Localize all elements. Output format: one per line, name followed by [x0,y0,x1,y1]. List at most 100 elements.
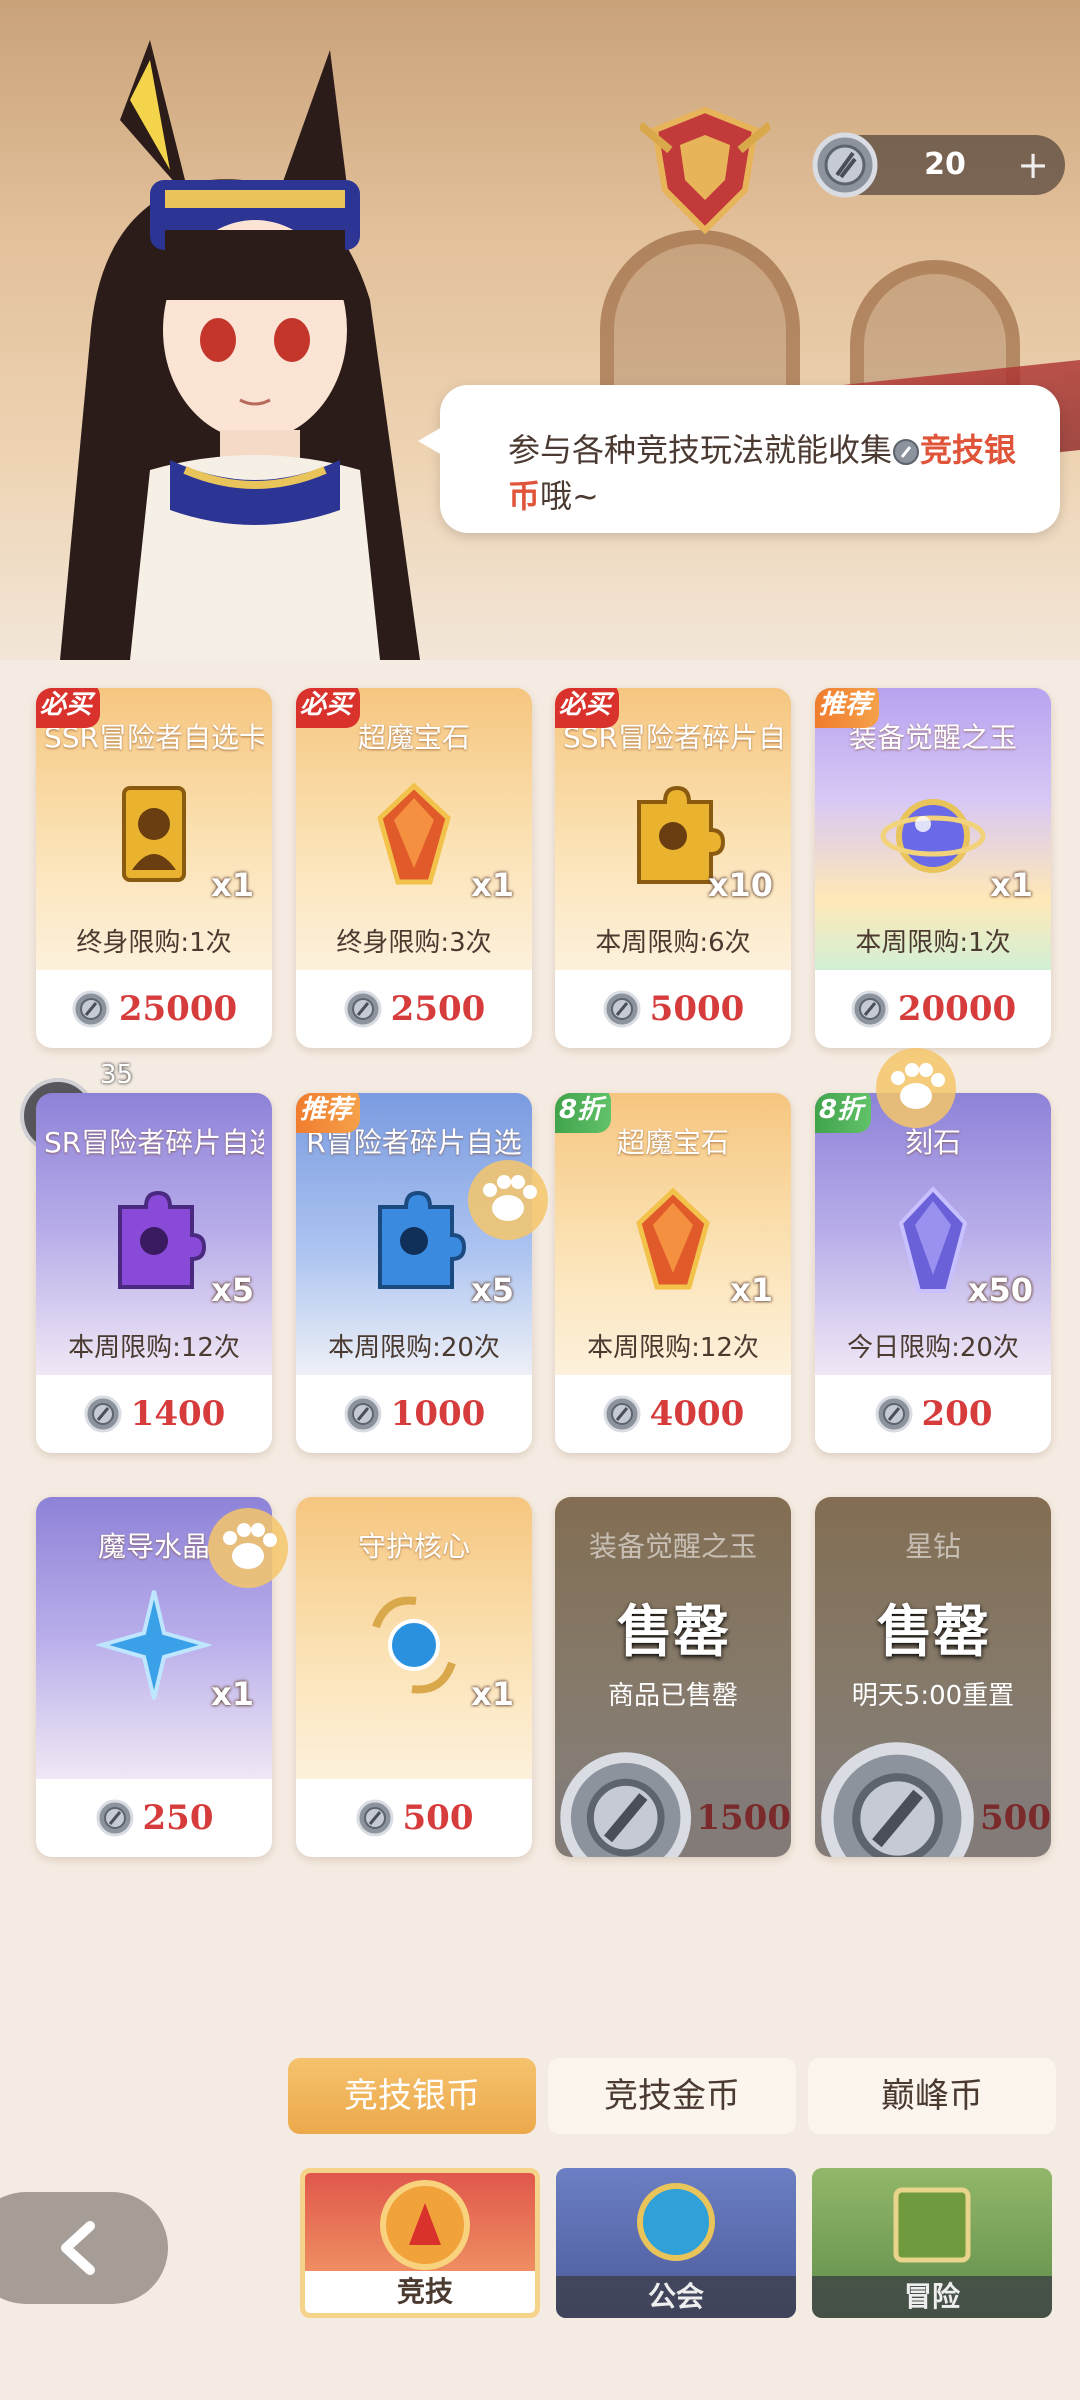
sold-out-note: 商品已售罄 [607,1681,738,1711]
add-currency-button[interactable]: + [1011,143,1055,187]
awakening-orb-icon [880,799,986,873]
buy-price-button[interactable]: 25000 [36,970,272,1048]
shop-item-card[interactable]: 8折 超魔宝石 x1 本周限购:12次 4000 [555,1093,791,1453]
silver-coin-icon [603,1395,641,1433]
shop-tab-arena[interactable]: 竞技 [300,2168,540,2318]
shop-item-card[interactable]: 必买SSR冒险者碎片自选x10本周限购:6次5000 [555,688,791,1048]
npc-girl-illustration [60,40,420,660]
item-price: 20000 [897,989,1017,1029]
item-quantity: x1 [730,1271,773,1309]
item-price: 1400 [130,1394,226,1434]
shop-item-card[interactable]: 必买 超魔宝石 x1 终身限购:3次 2500 [296,688,532,1048]
item-price: 500 [980,1798,1051,1838]
shop-tab-guild[interactable]: 公会 [556,2168,796,2318]
sold-out-note: 明天5:00重置 [851,1681,1015,1711]
silver-coin-icon [344,990,382,1028]
item-tag-badge: 推荐 [815,688,880,728]
shop-tab-adventure[interactable]: 冒险 [812,2168,1052,2318]
blue-puzzle-icon [378,1190,467,1289]
silver-coin-icon [84,1395,122,1433]
buy-price-button[interactable]: 20000 [815,970,1051,1048]
item-name: 守护核心 [357,1530,470,1563]
tab-arena-gold[interactable]: 竞技金币 [548,2058,796,2134]
purchase-limit: 本周限购:12次 [68,1333,240,1363]
buy-price-button[interactable]: 2500 [296,970,532,1048]
buy-price-button[interactable]: 250 [36,1779,272,1857]
paw-icon [208,1508,288,1588]
purchase-limit: 本周限购:1次 [855,928,1011,958]
item-quantity: x1 [211,1675,254,1713]
item-name: 装备觉醒之玉 [588,1530,757,1563]
sold-out-overlay: 星钻售罄明天5:00重置 500 [815,1497,1051,1857]
buy-price-button[interactable]: 1000 [296,1375,532,1453]
item-name: 星钻 [904,1530,961,1563]
item-tag-badge: 推荐 [296,1093,361,1133]
item-price: 25000 [118,989,238,1029]
item-tag-badge: 8折 [815,1093,872,1133]
item-price: 4000 [649,1394,745,1434]
buy-price-button[interactable]: 4000 [555,1375,791,1453]
silver-coin-icon [72,990,110,1028]
item-price-box: 500 [815,1741,1051,1857]
npc-dialog-bubble: 参与各种竞技玩法就能收集 竞技银币哦~ [418,385,1060,533]
adventure-book-icon [893,2187,971,2263]
shop-item-card[interactable]: 8折 刻石 x50 今日限购:20次 200 [815,1093,1051,1453]
silver-coin-icon [356,1799,393,1837]
npc-dialog-text: 参与各种竞技玩法就能收集 竞技银币哦~ [508,427,1028,519]
silver-coin-icon [96,1799,133,1837]
item-price: 500 [402,1798,474,1838]
item-tag-badge: 必买 [36,688,101,728]
item-quantity: x1 [990,866,1033,904]
item-quantity: x1 [471,1675,514,1713]
buy-price-button[interactable]: 1400 [36,1375,272,1453]
sold-out-item-card[interactable]: 星钻售罄明天5:00重置 500 [815,1497,1051,1857]
item-tag-badge: 必买 [296,688,361,728]
dialog-text-end: 哦~ [540,477,599,515]
buy-price-button[interactable]: 200 [815,1375,1051,1453]
buy-price-button[interactable]: 500 [296,1779,532,1857]
buy-price-button[interactable]: 5000 [555,970,791,1048]
back-button[interactable] [0,2192,168,2304]
paw-icon [876,1048,956,1128]
item-price: 1500 [696,1798,791,1838]
item-quantity: x5 [211,1271,254,1309]
tab-arena-silver[interactable]: 竞技银币 [288,2058,536,2134]
purchase-limit: 今日限购:20次 [847,1333,1019,1363]
item-price-box: 1500 [555,1752,791,1857]
shop-item-card[interactable]: 守护核心 x1 500 [296,1497,532,1857]
shop-item-card[interactable]: 推荐 装备觉醒之玉 x1 本周限购:1次 20000 [815,688,1051,1048]
item-quantity: x1 [211,866,254,904]
hero-banner: 20 + 参与各种竞技玩法就能收集 竞技银币哦~ [0,0,1080,660]
silver-coin-icon [821,1741,974,1857]
shop-item-card[interactable]: 推荐 R冒险者碎片自选 x5 本周限购:20次 1000 [296,1093,532,1453]
silver-coin-icon [875,1395,912,1433]
shop-item-card[interactable]: SR冒险者碎片自选 x5 本周限购:12次 1400 [36,1093,272,1453]
tab-peak-coin[interactable]: 巅峰币 [808,2058,1056,2134]
silver-coin-icon [851,990,889,1028]
sold-out-item-card[interactable]: 装备觉醒之玉 售罄 商品已售罄 1500 [555,1497,791,1857]
silver-coin-icon [560,1752,692,1857]
item-price: 250 [142,1798,214,1838]
blue-star-crystal-icon [96,1590,212,1700]
item-tag-badge: 8折 [555,1093,612,1133]
shop-item-card[interactable]: 必买 SSR冒险者自选卡 x1 终身限购:1次 25000 [36,688,272,1048]
shop-type-bar: 竞技 公会 冒险 [300,2168,1080,2320]
red-gem-icon [377,782,451,885]
item-quantity: x1 [471,866,514,904]
purple-puzzle-icon [118,1190,207,1289]
guard-core-icon [372,1596,456,1694]
back-arrow-icon [61,2221,95,2275]
red-gem-icon [636,1187,710,1290]
currency-tab-bar: 竞技银币 竞技金币 巅峰币 [288,2058,1058,2134]
shop-tab-label: 冒险 [812,2276,1052,2318]
item-price: 2500 [390,989,486,1029]
item-price: 200 [921,1394,993,1434]
sold-out-overlay: 装备觉醒之玉 售罄 商品已售罄 1500 [555,1497,791,1857]
item-quantity: x10 [707,866,773,904]
purchase-limit: 本周限购:6次 [595,928,751,958]
purchase-limit: 终身限购:1次 [76,928,232,958]
item-price: 1000 [390,1394,486,1434]
sold-out-label: 售罄 [877,1599,989,1665]
item-tag-badge: 必买 [555,688,620,728]
item-quantity: x5 [471,1271,514,1309]
